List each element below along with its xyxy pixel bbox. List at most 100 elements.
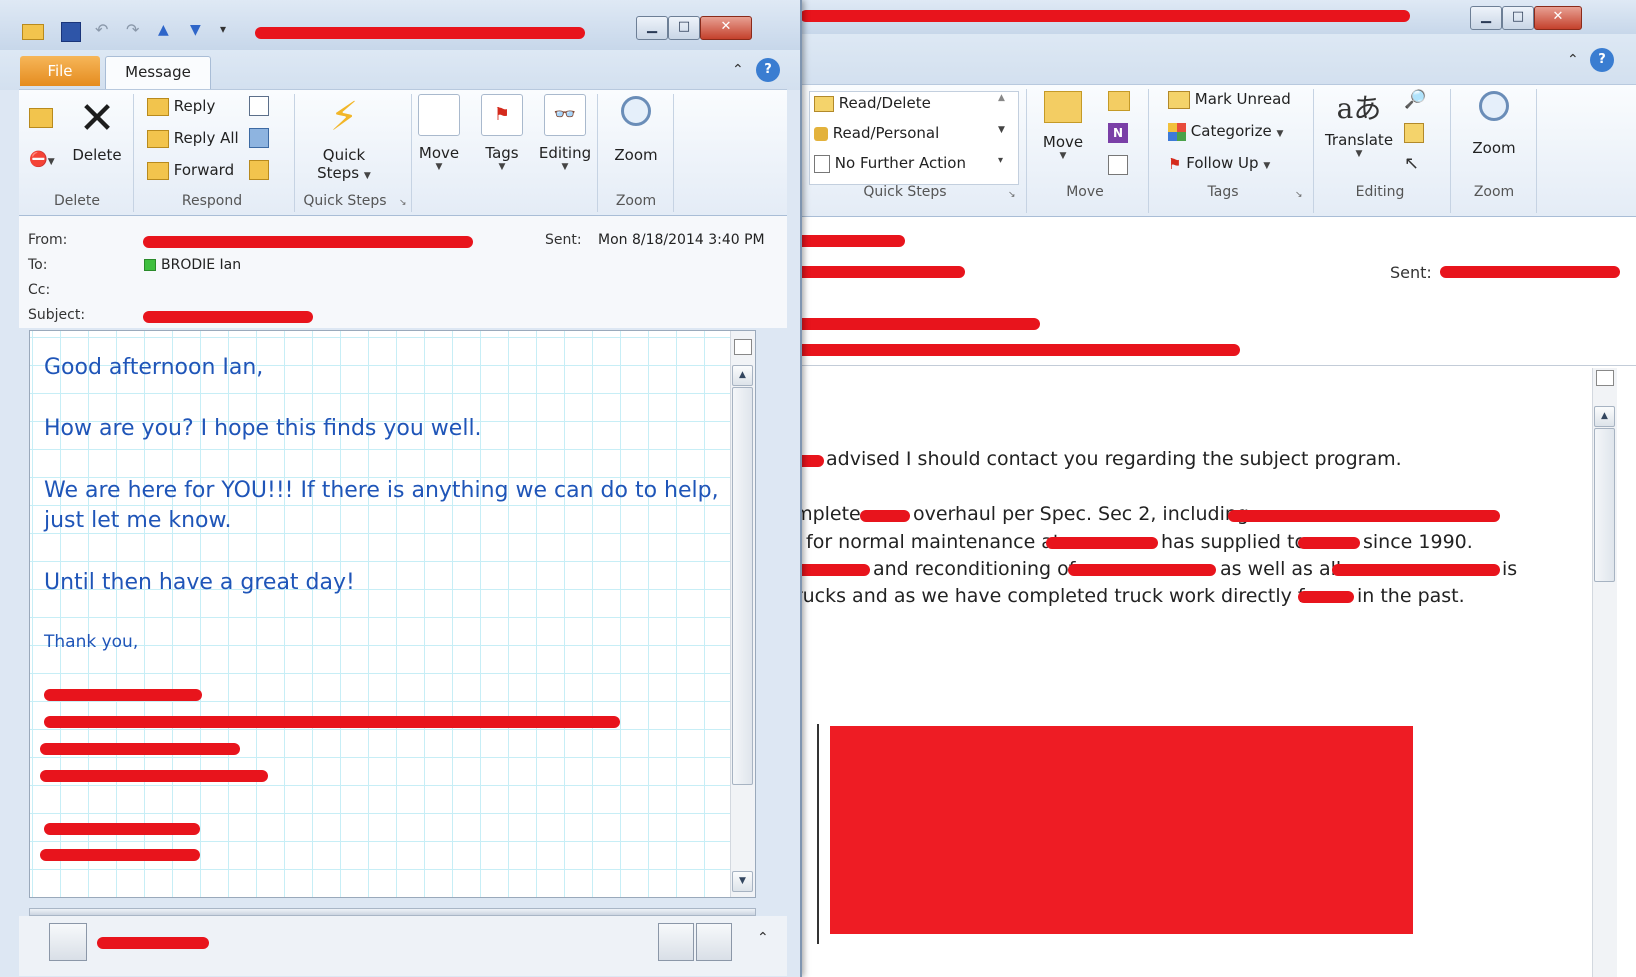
- right-help-icon[interactable]: ?: [1590, 48, 1614, 72]
- delete-button[interactable]: ✕ Delete: [69, 93, 125, 165]
- previous-item-icon[interactable]: ▲: [158, 22, 169, 38]
- contact-avatar[interactable]: [49, 923, 87, 961]
- tags-dialog-launcher-icon[interactable]: ↘: [1295, 190, 1303, 200]
- rules-icon[interactable]: [1108, 91, 1130, 111]
- left-minimize-button[interactable]: ▁: [636, 16, 668, 40]
- select-icon[interactable]: ↖: [1404, 153, 1419, 174]
- left-zoom-button[interactable]: Zoom: [603, 94, 669, 164]
- related-icon[interactable]: [1404, 123, 1424, 143]
- signature-fax-redaction: [40, 849, 200, 861]
- left-scrollbar-thumb[interactable]: [732, 387, 753, 785]
- left-tags-label: Tags: [485, 144, 519, 162]
- delete-x-icon: ✕: [78, 93, 116, 144]
- left-scroll-up-button[interactable]: ▲: [732, 365, 753, 386]
- reply-all-icon: [147, 129, 169, 148]
- right-vertical-scrollbar[interactable]: ▲: [1592, 368, 1617, 977]
- left-editing-label: Editing: [538, 144, 592, 162]
- quick-steps-line1: Quick: [322, 146, 366, 164]
- expand-people-pane-icon[interactable]: ⌃: [757, 930, 769, 946]
- left-move-button[interactable]: Move ▼: [415, 94, 463, 172]
- customize-toolbar-icon[interactable]: ▾: [220, 22, 226, 36]
- right-body-redaction: [1332, 564, 1500, 576]
- meeting-icon[interactable]: [249, 96, 269, 116]
- left-tags-button[interactable]: ⚑ Tags ▼: [475, 94, 529, 172]
- right-body-redaction: [1298, 591, 1354, 603]
- forward-button[interactable]: Forward: [147, 161, 234, 180]
- ignore-icon[interactable]: [29, 108, 53, 128]
- actions-icon[interactable]: [1108, 155, 1128, 175]
- left-close-button[interactable]: ✕: [700, 16, 752, 40]
- redo-icon[interactable]: ↷: [126, 20, 139, 39]
- right-scroll-up-button[interactable]: ▲: [1594, 406, 1615, 427]
- left-collapse-ribbon-icon[interactable]: ⌃: [732, 62, 744, 78]
- im-icon[interactable]: [249, 128, 269, 148]
- left-title-bar: ↶ ↷ ▲ ▼ ▾ ▁ □ ✕: [0, 0, 800, 51]
- save-icon[interactable]: [61, 22, 81, 42]
- left-magnifier-icon: [621, 96, 651, 126]
- signature-name-redaction: [44, 689, 202, 701]
- right-scrollbar-thumb[interactable]: [1594, 428, 1615, 582]
- left-message-body[interactable]: Good afternoon Ian, How are you? I hope …: [29, 330, 756, 898]
- mark-unread-button[interactable]: Mark Unread: [1168, 90, 1291, 109]
- quick-steps-dialog-launcher-icon[interactable]: ↘: [1008, 190, 1016, 200]
- body-line1: How are you? I hope this finds you well.: [44, 416, 482, 441]
- quick-step-read-delete[interactable]: Read/Delete: [814, 94, 931, 112]
- right-zoom-label: Zoom: [1472, 139, 1516, 157]
- right-body-line2b: has supplied to: [1161, 531, 1307, 553]
- right-editing-group-label: Editing: [1355, 184, 1405, 200]
- follow-up-button[interactable]: ⚑ Follow Up ▼: [1168, 154, 1270, 173]
- file-tab[interactable]: File: [20, 56, 100, 86]
- next-item-icon[interactable]: ▼: [190, 22, 201, 38]
- signature-address1-redaction: [40, 743, 240, 755]
- gallery-scroll-down-icon[interactable]: ▼: [998, 125, 1005, 135]
- categorize-icon: [1168, 122, 1186, 141]
- delete-group-label: Delete: [54, 193, 100, 209]
- right-close-button[interactable]: ✕: [1534, 6, 1582, 30]
- flag-icon: ⚑: [1168, 154, 1182, 173]
- people-avatar-1[interactable]: [658, 923, 694, 961]
- left-help-icon[interactable]: ?: [756, 58, 780, 82]
- left-scroll-down-button[interactable]: ▼: [732, 871, 753, 892]
- left-editing-button[interactable]: 👓 Editing ▼: [535, 94, 595, 172]
- right-zoom-button[interactable]: Zoom: [1456, 87, 1532, 157]
- quick-steps-button[interactable]: ⚡ Quick Steps ▼: [299, 92, 389, 182]
- right-minimize-button[interactable]: ▁: [1470, 6, 1502, 30]
- gallery-more-icon[interactable]: ▾: [998, 155, 1003, 166]
- body-greeting: Good afternoon Ian,: [44, 355, 264, 380]
- forward-label: Forward: [173, 161, 235, 179]
- to-value[interactable]: BRODIE Ian: [161, 257, 241, 273]
- body-thanks: Thank you,: [44, 632, 139, 652]
- onenote-icon[interactable]: N: [1108, 123, 1128, 143]
- translate-button[interactable]: aあ Translate ▼: [1318, 87, 1400, 159]
- from-value-redaction: [143, 236, 473, 248]
- no-further-action-label: No Further Action: [834, 154, 966, 172]
- signature-address2-redaction: [40, 770, 268, 782]
- people-pane-divider[interactable]: [29, 908, 756, 916]
- reply-all-button[interactable]: Reply All: [147, 129, 239, 148]
- right-collapse-ribbon-icon[interactable]: ⌃: [1567, 52, 1579, 68]
- categorize-button[interactable]: Categorize ▼: [1168, 122, 1283, 141]
- quick-step-read-personal[interactable]: Read/Personal: [814, 124, 939, 142]
- undo-icon[interactable]: ↶: [95, 20, 108, 39]
- message-tab[interactable]: Message: [105, 56, 211, 91]
- right-move-button[interactable]: Move ▼: [1030, 91, 1096, 161]
- left-window: ↶ ↷ ▲ ▼ ▾ ▁ □ ✕ File Message ⌃ ? ⛔▼ ✕ De…: [0, 0, 802, 977]
- left-zoom-group-label: Zoom: [615, 193, 657, 209]
- people-avatar-2[interactable]: [696, 923, 732, 961]
- right-tags-group-label: Tags: [1207, 184, 1239, 200]
- left-quick-steps-launcher-icon[interactable]: ↘: [399, 198, 407, 208]
- right-scrollbar-grip-icon: [1596, 370, 1614, 386]
- left-vertical-scrollbar[interactable]: ▲ ▼: [730, 331, 755, 897]
- reply-button[interactable]: Reply: [147, 97, 215, 116]
- more-respond-icon[interactable]: [249, 160, 269, 180]
- lock-icon: [814, 126, 828, 141]
- quick-step-no-further-action[interactable]: No Further Action: [814, 154, 966, 173]
- find-icon[interactable]: 🔎: [1404, 89, 1426, 110]
- junk-icon[interactable]: ⛔▼: [29, 150, 55, 168]
- right-body-line3a: and reconditioning of: [873, 558, 1076, 580]
- left-maximize-button[interactable]: □: [668, 16, 700, 40]
- translate-label: Translate: [1324, 131, 1394, 149]
- right-body-line2c: since 1990.: [1363, 531, 1473, 553]
- right-maximize-button[interactable]: □: [1502, 6, 1534, 30]
- gallery-scroll-up-icon[interactable]: ▲: [998, 93, 1005, 103]
